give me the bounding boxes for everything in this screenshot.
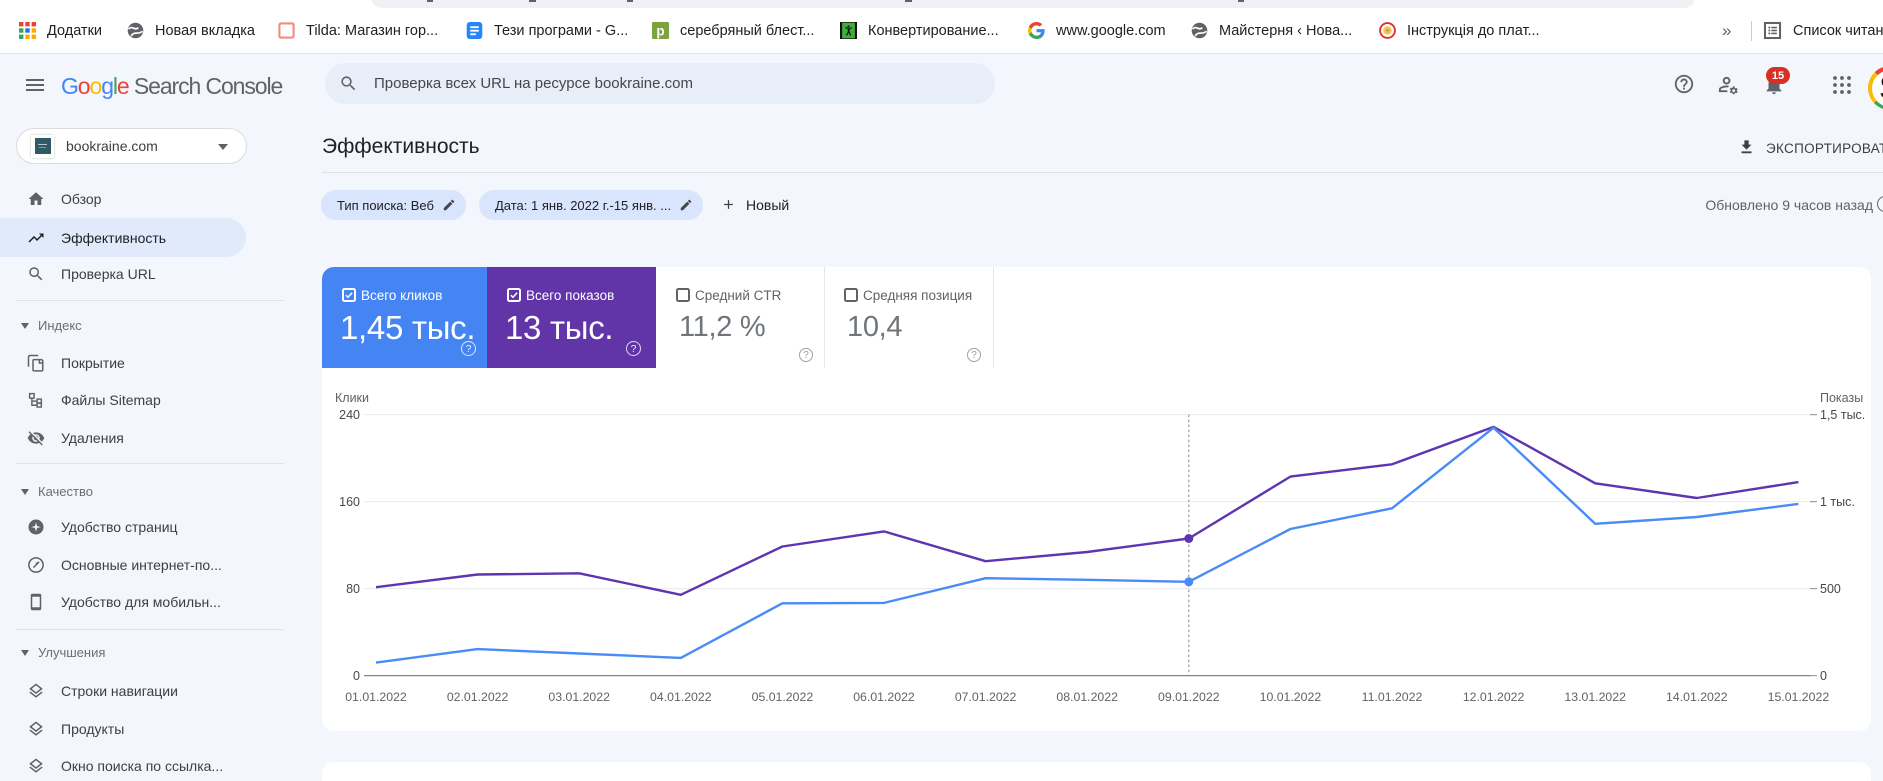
svg-text:p: p: [656, 23, 664, 38]
